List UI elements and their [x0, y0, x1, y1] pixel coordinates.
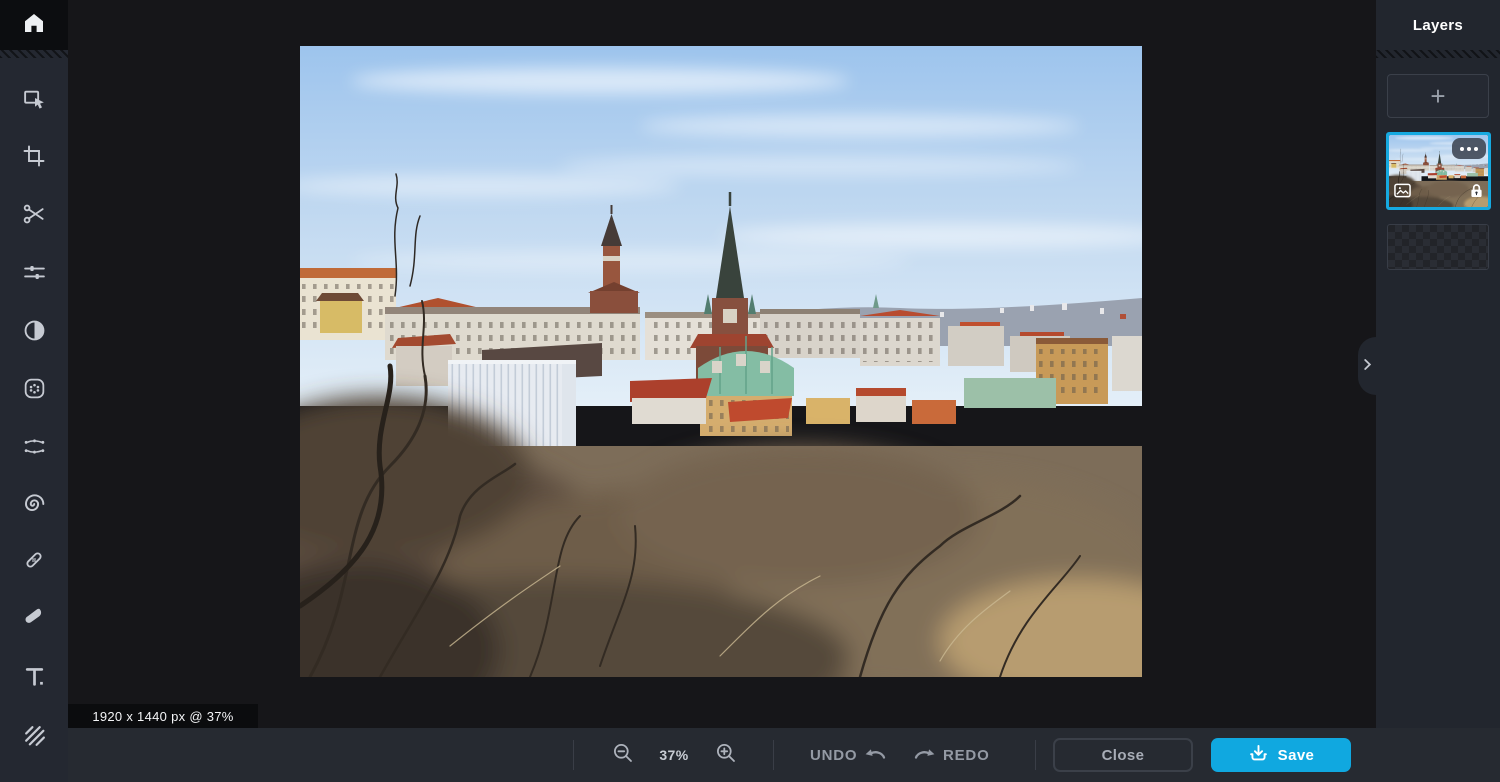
filter-tool-button[interactable]: [0, 308, 68, 352]
redo-arrow-icon: [912, 745, 936, 765]
zoom-in-icon: [715, 742, 737, 769]
liquify-tool-button[interactable]: [0, 482, 68, 526]
undo-button[interactable]: UNDO: [810, 728, 888, 782]
disperse-tool-button[interactable]: [0, 424, 68, 468]
filter-contrast-icon: [22, 318, 47, 343]
retouch-bandaid-icon: [21, 547, 47, 573]
redo-label: REDO: [943, 747, 990, 764]
layers-panel: Layers +: [1376, 0, 1500, 728]
toolbar-divider: [0, 50, 68, 58]
undo-label: UNDO: [810, 747, 857, 764]
zoom-in-button[interactable]: [714, 743, 738, 767]
disperse-icon: [22, 434, 47, 459]
effect-tool-button[interactable]: [0, 366, 68, 410]
effect-dots-icon: [22, 376, 47, 401]
layer-item-image[interactable]: [1386, 132, 1491, 210]
bottom-bar: 37% UNDO REDO Close Save: [68, 728, 1500, 782]
photo-layer[interactable]: [300, 46, 1142, 677]
pattern-tool-button[interactable]: [0, 713, 68, 757]
draw-tool-button[interactable]: [0, 595, 68, 639]
liquify-spiral-icon: [21, 491, 47, 517]
home-icon: [22, 11, 46, 40]
left-toolbar: [0, 0, 68, 782]
undo-arrow-icon: [864, 745, 888, 765]
image-icon: [1394, 183, 1411, 203]
draw-brush-icon: [22, 605, 46, 629]
canvas-status: 1920 x 1440 px @ 37%: [68, 704, 258, 728]
panel-expand-tab[interactable]: [1358, 337, 1376, 395]
divider: [573, 740, 574, 770]
home-button[interactable]: [0, 0, 68, 50]
adjust-tool-button[interactable]: [0, 250, 68, 294]
save-label: Save: [1278, 747, 1315, 764]
crop-icon: [22, 144, 46, 168]
close-button[interactable]: Close: [1053, 738, 1193, 772]
layer-item-empty[interactable]: [1387, 224, 1489, 270]
zoom-out-button[interactable]: [611, 743, 635, 767]
chevron-right-icon: [1364, 357, 1371, 375]
lock-icon: [1470, 183, 1483, 203]
arrange-tool-button[interactable]: [0, 77, 68, 121]
text-tool-icon: [22, 664, 47, 689]
layers-panel-title: Layers: [1376, 0, 1500, 50]
redo-button[interactable]: REDO: [912, 728, 990, 782]
divider: [1035, 740, 1036, 770]
canvas-status-label: 1920 x 1440 px @ 37%: [92, 709, 233, 724]
cutout-tool-button[interactable]: [0, 192, 68, 236]
cutout-scissors-icon: [21, 201, 47, 227]
retouch-tool-button[interactable]: [0, 538, 68, 582]
canvas-area: 1920 x 1440 px @ 37%: [68, 0, 1376, 728]
add-layer-button[interactable]: +: [1387, 74, 1489, 118]
adjust-sliders-icon: [22, 260, 47, 285]
layer-menu-button[interactable]: [1452, 138, 1486, 159]
zoom-level: 37%: [652, 728, 696, 782]
arrange-icon: [22, 87, 47, 112]
save-button[interactable]: Save: [1211, 738, 1351, 772]
pattern-hatch-icon: [22, 723, 47, 748]
layers-panel-divider: [1376, 50, 1500, 58]
download-icon: [1248, 744, 1269, 767]
text-tool-button[interactable]: [0, 654, 68, 698]
divider: [773, 740, 774, 770]
plus-icon: +: [1430, 81, 1445, 112]
ellipsis-icon: [1460, 147, 1464, 151]
close-label: Close: [1102, 747, 1145, 764]
crop-tool-button[interactable]: [0, 134, 68, 178]
zoom-out-icon: [612, 742, 634, 769]
